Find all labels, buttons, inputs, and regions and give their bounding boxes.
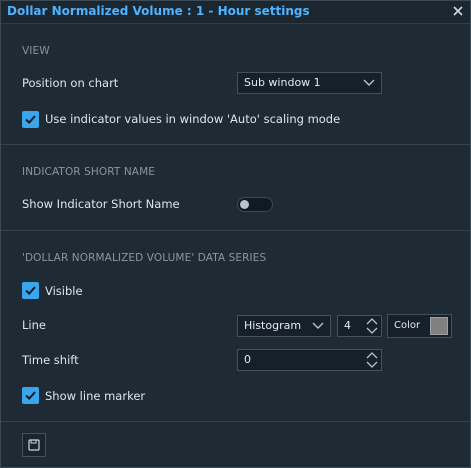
- position-on-chart-select[interactable]: Sub window 1: [237, 72, 382, 94]
- color-picker[interactable]: Color: [387, 314, 452, 338]
- save-template-button[interactable]: [22, 433, 46, 457]
- toggle-knob: [240, 200, 249, 209]
- show-line-marker-label: Show line marker: [45, 389, 146, 403]
- title-bar: Dollar Normalized Volume : 1 - Hour sett…: [1, 1, 470, 24]
- spinner-arrows-icon[interactable]: [365, 351, 379, 369]
- chevron-down-icon: [312, 322, 324, 329]
- settings-dialog: Dollar Normalized Volume : 1 - Hour sett…: [0, 0, 471, 468]
- line-type-value: Histogram: [244, 319, 302, 332]
- section-divider: [1, 230, 470, 231]
- show-short-name-toggle[interactable]: [237, 197, 273, 212]
- data-series-section-header: 'DOLLAR NORMALIZED VOLUME' DATA SERIES: [22, 252, 267, 264]
- time-shift-label: Time shift: [22, 353, 79, 367]
- view-section-header: VIEW: [22, 45, 50, 57]
- show-short-name-label: Show Indicator Short Name: [22, 197, 180, 211]
- chevron-down-icon: [363, 79, 375, 86]
- visible-checkbox[interactable]: [22, 282, 39, 299]
- line-label: Line: [22, 318, 46, 332]
- auto-scaling-checkbox[interactable]: [22, 111, 39, 128]
- checkmark-icon: [25, 115, 36, 125]
- line-width-spinner[interactable]: 4: [337, 315, 382, 337]
- footer-divider: [1, 421, 470, 422]
- color-swatch: [430, 317, 448, 335]
- dialog-title: Dollar Normalized Volume : 1 - Hour sett…: [7, 4, 310, 18]
- time-shift-value: 0: [244, 353, 251, 366]
- time-shift-spinner[interactable]: 0: [237, 349, 382, 371]
- close-icon[interactable]: [450, 3, 466, 19]
- show-line-marker-checkbox[interactable]: [22, 387, 39, 404]
- color-label: Color: [394, 320, 421, 331]
- visible-label: Visible: [45, 284, 83, 298]
- short-name-section-header: INDICATOR SHORT NAME: [22, 166, 155, 178]
- section-divider: [1, 144, 470, 145]
- spinner-arrows-icon[interactable]: [365, 317, 379, 335]
- line-type-select[interactable]: Histogram: [237, 315, 331, 337]
- checkmark-icon: [25, 391, 36, 401]
- save-icon: [28, 439, 40, 451]
- checkmark-icon: [25, 286, 36, 296]
- position-on-chart-label: Position on chart: [22, 76, 119, 90]
- line-width-value: 4: [344, 319, 351, 332]
- auto-scaling-label: Use indicator values in window 'Auto' sc…: [45, 112, 341, 126]
- position-on-chart-value: Sub window 1: [244, 76, 321, 89]
